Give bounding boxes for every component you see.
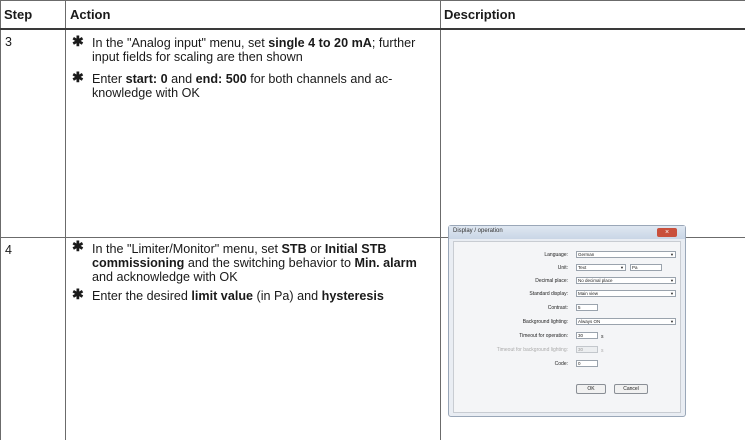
decimal-place-select[interactable]: No decimal place ▼ <box>576 277 676 284</box>
timeout-operation-unit: s <box>601 334 604 340</box>
bullet-icon: ✱ <box>72 238 84 254</box>
dialog-title-bar: Display / operation × <box>449 226 685 239</box>
bullet-icon: ✱ <box>72 286 84 302</box>
contrast-input[interactable]: 5 <box>576 304 598 311</box>
ok-button[interactable]: OK <box>576 384 606 394</box>
action-bullet-text: Enter start: 0 and end: 500 for both cha… <box>92 72 393 100</box>
step-number: 3 <box>5 35 12 49</box>
table-border-top <box>0 0 745 1</box>
timeout-background-label: Timeout for background lighting: <box>496 347 568 353</box>
display-operation-dialog: Display / operation × Language: German ▼ … <box>448 225 686 417</box>
timeout-operation-input[interactable]: 30 <box>576 332 598 339</box>
background-lighting-label: Background lighting: <box>522 319 568 325</box>
language-label: Language: <box>544 252 568 258</box>
code-label: Code: <box>554 361 568 367</box>
unit-text-input[interactable]: Pa <box>630 264 662 271</box>
action-bullet-text: Enter the desired limit value (in Pa) an… <box>92 289 384 303</box>
bullet-icon: ✱ <box>72 69 84 85</box>
chevron-down-icon: ▼ <box>670 319 674 324</box>
bullet-icon: ✱ <box>72 33 84 49</box>
dialog-panel: Language: German ▼ Unit: Text ▼ Pa Decimal… <box>453 241 681 413</box>
chevron-down-icon: ▼ <box>670 291 674 296</box>
col-divider-action <box>440 0 441 440</box>
decimal-place-label: Decimal place: <box>535 278 568 284</box>
dialog-title: Display / operation <box>453 228 503 234</box>
step-number: 4 <box>5 243 12 257</box>
action-bullet-text: In the "Limiter/Monitor" menu, set STB o… <box>92 242 417 284</box>
language-select[interactable]: German ▼ <box>576 251 676 258</box>
header-action: Action <box>70 7 111 22</box>
timeout-background-input: 30 <box>576 346 598 353</box>
standard-display-select[interactable]: Main view ▼ <box>576 290 676 297</box>
cancel-button[interactable]: Cancel <box>614 384 648 394</box>
chevron-down-icon: ▼ <box>670 252 674 257</box>
unit-label: Unit: <box>557 265 568 271</box>
background-lighting-select[interactable]: Always ON ▼ <box>576 318 676 325</box>
table-border-left <box>0 0 1 440</box>
chevron-down-icon: ▼ <box>670 278 674 283</box>
col-divider-step <box>65 0 66 440</box>
timeout-operation-label: Timeout for operation: <box>519 333 568 339</box>
chevron-down-icon: ▼ <box>620 265 624 270</box>
standard-display-label: Standard display: <box>529 291 568 297</box>
contrast-label: Contrast: <box>547 305 568 311</box>
header-separator <box>0 28 745 30</box>
header-description: Description <box>444 7 516 22</box>
header-step: Step <box>4 7 33 22</box>
close-icon[interactable]: × <box>657 228 677 237</box>
code-input[interactable]: 0 <box>576 360 598 367</box>
unit-select[interactable]: Text ▼ <box>576 264 626 271</box>
action-bullet-text: In the "Analog input" menu, set single 4… <box>92 36 416 64</box>
timeout-background-unit: s <box>601 348 604 354</box>
